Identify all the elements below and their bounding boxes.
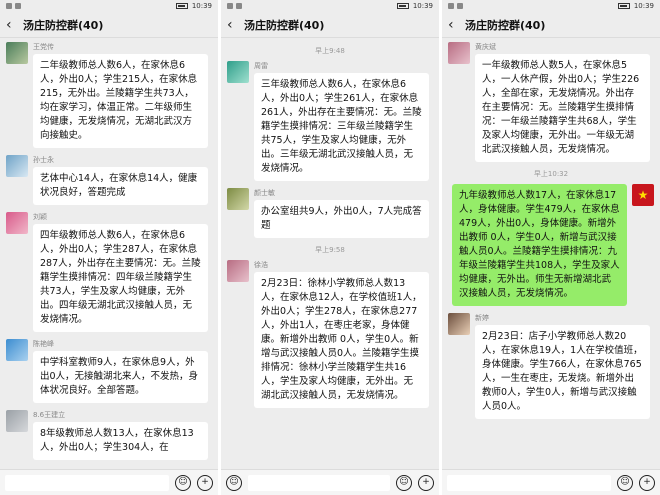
message-bubble[interactable]: 2月23日：徐林小学教师总人数13人，在家休息12人，在学校值班1人，外出0人；…	[254, 272, 429, 408]
battery-icon	[617, 3, 630, 9]
avatar[interactable]	[6, 212, 28, 234]
status-bar: 10:39	[0, 0, 218, 12]
notification-icon	[448, 3, 454, 9]
avatar[interactable]	[6, 42, 28, 64]
message-bubble[interactable]: 四年级教师总人数6人，在家休息6人，外出0人；学生287人，在家休息287人，外…	[33, 224, 208, 332]
status-time: 10:39	[633, 2, 654, 10]
sender-name: 陈艳峰	[33, 340, 54, 348]
chevron-left-icon[interactable]: ‹	[448, 17, 460, 33]
message-input[interactable]	[447, 474, 611, 491]
sender-name: 孙士永	[33, 156, 54, 164]
chat-title: 汤庄防控群(40)	[244, 18, 325, 32]
notification-icon	[457, 3, 463, 9]
message: 王党传二年级教师总人数6人，在家休息6人，外出0人；学生215人，在家休息215…	[6, 42, 212, 148]
message-bubble[interactable]: 九年级教师总人数17人，在家休息17人，身体健康。学生479人，在家休息479人…	[452, 184, 627, 306]
message-bubble[interactable]: 艺体中心14人，在家休息14人，健康状况良好，答题完成	[33, 167, 208, 205]
message: 颜士敏办公室组共9人，外出0人，7人完成答题	[227, 188, 433, 238]
input-bar: ☺ ☺ +	[221, 469, 439, 495]
message: 陈艳峰中学科室教师9人，在家休息9人，外出0人，无接触湖北来人，不发热，身体状况…	[6, 339, 212, 403]
flag-avatar-icon[interactable]: ★	[632, 184, 654, 206]
chat-panel-1: 10:39 ‹ 汤庄防控群(40) 王党传二年级教师总人数6人，在家休息6人，外…	[0, 0, 218, 495]
message-bubble[interactable]: 一年级教师总人数5人，在家休息5人，一人休产假，外出0人；学生226人，全部在家…	[475, 54, 650, 162]
message: 周雷三年级教师总人数6人，在家休息6人，外出0人；学生261人，在家休息261人…	[227, 61, 433, 181]
chat-title: 汤庄防控群(40)	[465, 18, 546, 32]
timestamp: 早上9:48	[315, 47, 345, 55]
message-input[interactable]	[248, 474, 390, 491]
message-bubble[interactable]: 2月23日：店子小学教师总人数20人，在家休息19人，1人在学校值班，身体健康。…	[475, 325, 650, 419]
chat-header: ‹ 汤庄防控群(40)	[221, 12, 439, 38]
message: 徐浩 2月23日：徐林小学教师总人数13人，在家休息12人，在学校值班1人，外出0…	[227, 260, 433, 408]
avatar[interactable]	[227, 260, 249, 282]
emoji-icon[interactable]: ☺	[617, 474, 633, 491]
emoji-icon[interactable]: ☺	[175, 474, 191, 491]
status-time: 10:39	[412, 2, 433, 10]
message-list[interactable]: 王党传二年级教师总人数6人，在家休息6人，外出0人；学生215人，在家休息215…	[0, 38, 218, 469]
message-bubble[interactable]: 三年级教师总人数6人，在家休息6人，外出0人；学生261人，在家休息261人，外…	[254, 73, 429, 181]
notification-icon	[227, 3, 233, 9]
avatar[interactable]	[448, 313, 470, 335]
chat-title: 汤庄防控群(40)	[23, 18, 104, 32]
avatar[interactable]	[448, 42, 470, 64]
message-input[interactable]	[5, 474, 169, 491]
avatar[interactable]	[227, 61, 249, 83]
add-icon[interactable]: +	[197, 474, 213, 491]
message: 新婷 2月23日：店子小学教师总人数20人，在家休息19人，1人在学校值班，身体健…	[448, 313, 654, 419]
battery-icon	[175, 3, 188, 9]
status-bar: 10:39	[221, 0, 439, 12]
avatar[interactable]	[227, 188, 249, 210]
message-own: ★ 九年级教师总人数17人，在家休息17人，身体健康。学生479人，在家休息47…	[448, 184, 654, 306]
avatar[interactable]	[6, 410, 28, 432]
message-list[interactable]: 早上9:48 周雷三年级教师总人数6人，在家休息6人，外出0人；学生261人，在…	[221, 38, 439, 469]
message: 8.6王建立 8年级教师总人数13人，在家休息13人，外出0人；学生304人，在	[6, 410, 212, 460]
sender-name: 颜士敏	[254, 189, 275, 197]
message-bubble[interactable]: 中学科室教师9人，在家休息9人，外出0人，无接触湖北来人，不发热，身体状况良好。…	[33, 351, 208, 403]
add-icon[interactable]: +	[639, 474, 655, 491]
sender-name: 王党传	[33, 43, 54, 51]
input-bar: ☺ +	[0, 469, 218, 495]
chat-header: ‹ 汤庄防控群(40)	[0, 12, 218, 38]
chat-header: ‹ 汤庄防控群(40)	[442, 12, 660, 38]
emoji-icon[interactable]: ☺	[396, 474, 412, 491]
message: 黄庆斌一年级教师总人数5人，在家休息5人，一人休产假，外出0人；学生226人，全…	[448, 42, 654, 162]
sender-name: 8.6王建立	[33, 411, 66, 419]
timestamp: 早上10:32	[533, 170, 569, 178]
status-time: 10:39	[191, 2, 212, 10]
message: 孙士永艺体中心14人，在家休息14人，健康状况良好，答题完成	[6, 155, 212, 205]
sender-name: 周雷	[254, 62, 268, 70]
message-list[interactable]: 黄庆斌一年级教师总人数5人，在家休息5人，一人休产假，外出0人；学生226人，全…	[442, 38, 660, 469]
message-bubble[interactable]: 二年级教师总人数6人，在家休息6人，外出0人；学生215人，在家休息215，无外…	[33, 54, 208, 148]
sender-name: 黄庆斌	[475, 43, 496, 51]
sender-name: 新婷	[475, 314, 489, 322]
emoji-icon[interactable]: ☺	[226, 474, 242, 491]
notification-icon	[6, 3, 12, 9]
avatar[interactable]	[6, 155, 28, 177]
chevron-left-icon[interactable]: ‹	[6, 17, 18, 33]
sender-name: 刘颖	[33, 213, 47, 221]
status-bar: 10:39	[442, 0, 660, 12]
add-icon[interactable]: +	[418, 474, 434, 491]
battery-icon	[396, 3, 409, 9]
timestamp: 早上9:58	[315, 246, 345, 254]
chevron-left-icon[interactable]: ‹	[227, 17, 239, 33]
sender-name: 徐浩	[254, 261, 268, 269]
chat-panel-3: 10:39 ‹ 汤庄防控群(40) 黄庆斌一年级教师总人数5人，在家休息5人，一…	[442, 0, 660, 495]
message: 刘颖四年级教师总人数6人，在家休息6人，外出0人；学生287人，在家休息287人…	[6, 212, 212, 332]
message-bubble[interactable]: 8年级教师总人数13人，在家休息13人，外出0人；学生304人，在	[33, 422, 208, 460]
notification-icon	[236, 3, 242, 9]
message-bubble[interactable]: 办公室组共9人，外出0人，7人完成答题	[254, 200, 429, 238]
chat-panel-2: 10:39 ‹ 汤庄防控群(40) 早上9:48 周雷三年级教师总人数6人，在家…	[221, 0, 439, 495]
notification-icon	[15, 3, 21, 9]
avatar[interactable]	[6, 339, 28, 361]
input-bar: ☺ +	[442, 469, 660, 495]
